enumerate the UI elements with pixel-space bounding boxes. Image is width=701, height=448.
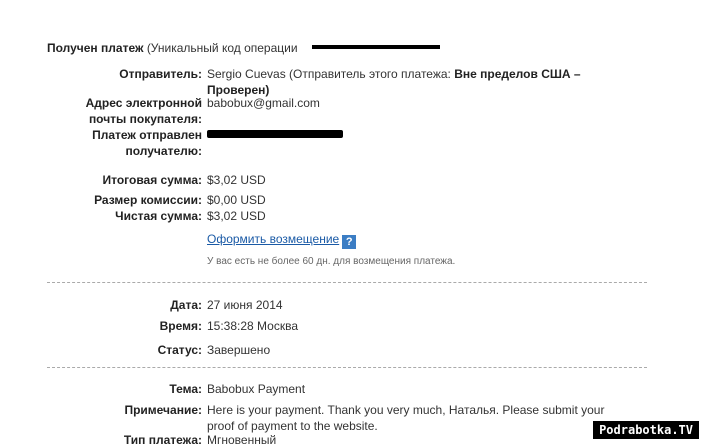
time-value: 15:38:28 Москва bbox=[207, 319, 299, 333]
sender-value: Sergio Cuevas (Отправитель этого платежа… bbox=[207, 66, 607, 98]
net-label: Чистая сумма: bbox=[115, 209, 202, 223]
sent-to-label: Платеж отправлен получателю: bbox=[92, 128, 202, 158]
status-value: Завершено bbox=[207, 343, 271, 357]
total-value: $3,02 USD bbox=[207, 173, 266, 187]
sender-label: Отправитель: bbox=[119, 67, 202, 81]
payment-type-value: Мгновенный bbox=[207, 433, 277, 447]
note-label: Примечание: bbox=[124, 403, 202, 417]
sender-name: Sergio Cuevas (Отправитель этого платежа… bbox=[207, 67, 455, 81]
net-value: $3,02 USD bbox=[207, 209, 266, 223]
buyer-email-label: Адрес электронной почты покупателя: bbox=[85, 96, 202, 126]
date-value: 27 июня 2014 bbox=[207, 298, 283, 312]
total-label: Итоговая сумма: bbox=[102, 173, 202, 187]
subject-label: Тема: bbox=[169, 382, 202, 396]
watermark: Podrabotka.TV bbox=[593, 421, 699, 439]
status-label: Статус: bbox=[157, 343, 202, 357]
help-icon[interactable]: ? bbox=[342, 235, 357, 249]
payment-type-label: Тип платежа: bbox=[123, 433, 202, 447]
payment-header: Получен платеж (Уникальный код операции bbox=[47, 40, 298, 56]
redacted-transaction-id bbox=[312, 45, 440, 49]
transaction-id-label: (Уникальный код операции bbox=[146, 41, 298, 55]
note-value: Here is your payment. Thank you very muc… bbox=[207, 403, 605, 433]
page-title: Получен платеж bbox=[47, 41, 144, 55]
time-label: Время: bbox=[159, 319, 202, 333]
redacted-recipient-email bbox=[207, 130, 343, 138]
fee-value: $0,00 USD bbox=[207, 193, 266, 207]
subject-value: Babobux Payment bbox=[207, 382, 306, 396]
issue-refund-link[interactable]: Оформить возмещение bbox=[207, 232, 339, 246]
divider bbox=[47, 367, 647, 368]
fee-label: Размер комиссии: bbox=[94, 193, 202, 207]
refund-note: У вас есть не более 60 дн. для возмещени… bbox=[207, 256, 456, 267]
date-label: Дата: bbox=[170, 298, 202, 312]
divider bbox=[47, 282, 647, 283]
buyer-email-value: babobux@gmail.com bbox=[207, 96, 320, 110]
refund-row: Оформить возмещение? bbox=[207, 231, 357, 249]
